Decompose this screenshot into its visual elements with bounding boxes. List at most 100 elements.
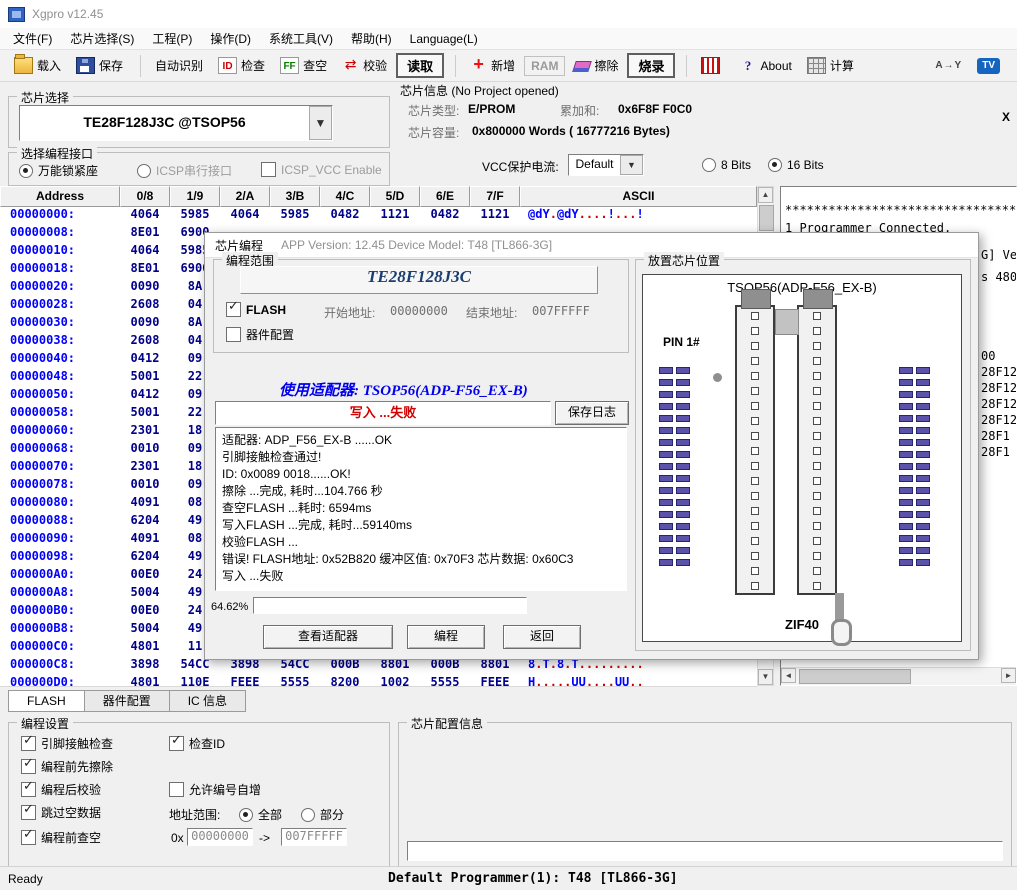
save-log-button[interactable]: 保存日志 [555,401,629,425]
check-id-button[interactable]: 检查 [212,54,271,77]
menu-item[interactable]: 工程(P) [143,30,201,47]
scroll-up-button[interactable]: ▲ [758,187,773,203]
hex-value: 4064 [120,243,170,261]
chip-select-group: 芯片选择 TE28F128J3C @TSOP56 ▼ [8,96,390,148]
socket-pin [899,559,913,566]
socket-pin [916,415,930,422]
zif-hole [813,477,821,485]
log-horizontal-scrollbar[interactable]: ◄ ► [781,667,1016,685]
hex-address: 00000070: [0,459,120,477]
read-button[interactable]: 读取 [396,53,444,78]
pin-row [899,427,930,434]
socket-pin [659,463,673,470]
menu-item[interactable]: 芯片选择(S) [61,30,143,47]
skip-blank-checkbox[interactable]: 跳过空数据 [21,804,101,821]
hex-header-cell: 7/F [470,186,520,207]
erase-icon [573,61,593,72]
hex-value: 1002 [370,675,420,687]
pin-row [899,439,930,446]
verify-after-checkbox[interactable]: 编程后校验 [21,781,101,798]
serial-increment-checkbox[interactable]: 允许编号自增 [169,781,261,798]
save-button-label: 保存 [99,57,123,74]
burn-button[interactable]: 烧录 [627,53,675,78]
serial-increment-label: 允许编号自增 [189,781,261,798]
log-separator-line: **************************************** [785,203,1017,217]
chip-select-combo[interactable]: TE28F128J3C @TSOP56 ▼ [19,105,333,141]
range-part-radio[interactable]: 部分 [301,806,344,823]
hex-row[interactable]: 000000D0:4801110EFEEE5555820010025555FEE… [0,675,757,687]
load-button[interactable]: 载入 [8,54,67,77]
menu-item[interactable]: 操作(D) [201,30,260,47]
chip-select-dropdown-button[interactable]: ▼ [309,106,332,140]
menu-item[interactable]: Language(L) [401,32,487,46]
ascii-char: . [542,675,549,687]
tab-ic-info[interactable]: IC 信息 [170,690,246,712]
scroll-down-button[interactable]: ▼ [758,669,773,685]
icsp-radio[interactable]: ICSP串行接口 [137,162,232,179]
socket-pin [676,379,690,386]
verify-button[interactable]: 校验 [336,54,393,77]
pin-check-checkbox[interactable]: 引脚接触检查 [21,735,113,752]
erase-button[interactable]: 擦除 [568,54,624,77]
tab-device-config[interactable]: 器件配置 [85,690,170,712]
flash-checkbox[interactable]: FLASH [226,302,286,317]
hex-row[interactable]: 00000000:4064598540645985048211210482112… [0,207,757,225]
auto-detect-button[interactable]: 自动识别 [149,54,209,77]
blank-before-checkbox[interactable]: 编程前查空 [21,829,101,846]
menu-item[interactable]: 系统工具(V) [260,30,342,47]
pin-row [899,487,930,494]
tab-flash[interactable]: FLASH [8,690,85,712]
save-button[interactable]: 保存 [70,54,129,77]
dialog-title-bar[interactable]: 芯片编程 APP Version: 12.45 Device Model: T4… [205,233,978,258]
view-adapter-button[interactable]: 查看适配器 [263,625,393,649]
socket-pin [659,451,673,458]
hex-prefix-label: 0x [171,831,184,845]
ascii-char: Y [542,207,549,221]
hex-value: 0090 [120,279,170,297]
address-to-field[interactable]: 007FFFFF [281,828,347,846]
add-new-button[interactable]: 新增 [464,54,521,77]
bits8-radio[interactable]: 8 Bits [702,158,751,172]
vcc-current-combo[interactable]: Default ▼ [568,154,644,176]
socket-pin [676,559,690,566]
menu-item[interactable]: 文件(F) [4,30,61,47]
scroll-thumb[interactable] [799,669,911,684]
scroll-thumb[interactable] [759,205,774,231]
socket-pin [899,403,913,410]
bits16-radio[interactable]: 16 Bits [768,158,824,172]
scroll-right-button[interactable]: ► [1001,668,1016,683]
menu-item[interactable]: 帮助(H) [342,30,401,47]
progress-bar [253,597,527,614]
check-id-checkbox[interactable]: 检查ID [169,735,225,752]
socket-pin [899,367,913,374]
vcc-dropdown-button[interactable]: ▼ [620,155,643,175]
hex-header-cell: 6/E [420,186,470,207]
socket-pin [676,547,690,554]
blank-check-button[interactable]: 查空 [274,54,333,77]
socket-pin [916,451,930,458]
program-button[interactable]: 编程 [407,625,485,649]
hex-value: 0482 [320,207,370,225]
erase-before-checkbox[interactable]: 编程前先擦除 [21,758,113,775]
gang-burn-button[interactable] [695,54,730,77]
hex-value: 8E01 [120,261,170,279]
calculator-button-label: 计算 [830,57,854,74]
calculator-button[interactable]: 计算 [801,54,860,77]
address-from-field[interactable]: 00000000 [187,828,253,846]
zif-hole [751,477,759,485]
socket-radio[interactable]: 万能锁紧座 [19,162,98,179]
scroll-left-button[interactable]: ◄ [781,668,796,683]
range-all-radio[interactable]: 全部 [239,806,282,823]
device-config-checkbox[interactable]: 器件配置 [226,326,294,343]
zif-hole [813,507,821,515]
socket-pin [659,379,673,386]
data-convert-button[interactable]: A→Y [929,57,968,74]
chip-select-value: TE28F128J3C @TSOP56 [20,106,309,140]
question-icon [739,58,756,73]
tv-button[interactable]: TV [971,55,1006,77]
about-button[interactable]: About [733,55,797,76]
ram-button[interactable]: RAM [524,56,565,76]
icsp-vcc-checkbox[interactable]: ICSP_VCC Enable [261,162,382,177]
status-ready-text: Ready [8,872,43,886]
return-button[interactable]: 返回 [503,625,581,649]
